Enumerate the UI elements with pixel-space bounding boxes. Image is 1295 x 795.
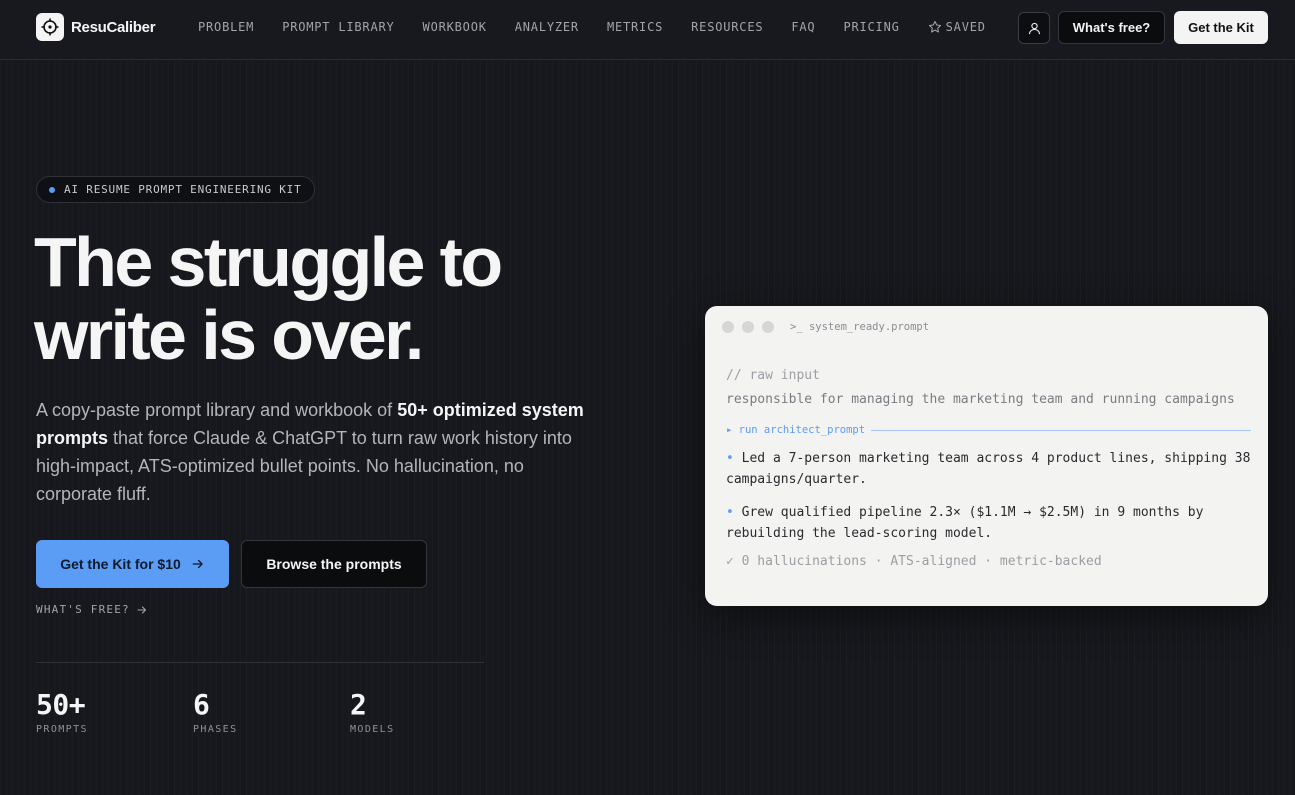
- account-button[interactable]: [1018, 12, 1050, 44]
- whats-free-link[interactable]: WHAT'S FREE?: [36, 603, 148, 616]
- brand-logo[interactable]: ResuCaliber: [36, 13, 156, 41]
- bullet-text: Led a 7-person marketing team across 4 p…: [726, 451, 1251, 487]
- lede-part-2: that force Claude & ChatGPT to turn raw …: [36, 428, 572, 504]
- user-icon: [1028, 22, 1040, 34]
- run-divider: [871, 429, 1251, 431]
- raw-input-text: responsible for managing the marketing t…: [726, 392, 1235, 407]
- stats-divider: [36, 662, 484, 663]
- bullet-dot-icon: •: [726, 505, 734, 520]
- nav-link-metrics[interactable]: METRICS: [607, 20, 663, 34]
- brand-name: ResuCaliber: [71, 18, 156, 36]
- headline-line-1: The struggle to: [34, 223, 503, 301]
- raw-input-comment: // raw input: [726, 368, 820, 383]
- get-kit-nav-button[interactable]: Get the Kit: [1174, 11, 1268, 44]
- window-dot-icon: [722, 321, 734, 333]
- stat-models: 2 MODELS: [350, 688, 395, 735]
- hero-lede: A copy-paste prompt library and workbook…: [36, 396, 596, 508]
- stat-number: 50+: [36, 688, 86, 721]
- star-icon: [928, 20, 941, 33]
- top-nav: ResuCaliber PROBLEM PROMPT LIBRARY WORKB…: [0, 0, 1295, 60]
- run-prompt-row: ▸ run architect_prompt: [726, 424, 1251, 436]
- browse-prompts-button[interactable]: Browse the prompts: [241, 540, 427, 588]
- get-kit-cta-button[interactable]: Get the Kit for $10: [36, 540, 229, 588]
- nav-link-analyzer[interactable]: ANALYZER: [515, 20, 579, 34]
- output-bullet: • Led a 7-person marketing team across 4…: [726, 448, 1251, 490]
- nav-link-resources[interactable]: RESOURCES: [691, 20, 763, 34]
- stat-phases: 6 PHASES: [193, 688, 238, 735]
- nav-link-pricing[interactable]: PRICING: [843, 20, 899, 34]
- badge-dot: [49, 186, 55, 193]
- saved-label: SAVED: [945, 20, 986, 34]
- stat-number: 2: [350, 688, 367, 721]
- run-prompt-label: ▸ run architect_prompt: [726, 424, 866, 436]
- badge-label: AI RESUME PROMPT ENGINEERING KIT: [64, 183, 302, 196]
- hero-badge: AI RESUME PROMPT ENGINEERING KIT: [36, 176, 315, 203]
- crosshair-logo-icon: [36, 13, 64, 41]
- stat-label: MODELS: [350, 724, 395, 735]
- prompt-demo-card: >_ system_ready.prompt // raw input resp…: [705, 306, 1268, 606]
- lede-part-1: A copy-paste prompt library and workbook…: [36, 400, 398, 420]
- bullet-dot-icon: •: [726, 451, 734, 466]
- nav-link-workbook[interactable]: WORKBOOK: [423, 20, 487, 34]
- arrow-right-icon: [192, 559, 203, 569]
- nav-link-faq[interactable]: FAQ: [791, 20, 815, 34]
- card-titlebar: >_ system_ready.prompt: [705, 306, 1268, 348]
- window-dot-icon: [742, 321, 754, 333]
- arrow-right-icon: [137, 605, 146, 614]
- nav-link-prompt-library[interactable]: PROMPT LIBRARY: [282, 20, 394, 34]
- stat-label: PHASES: [193, 724, 238, 735]
- nav-links: PROBLEM PROMPT LIBRARY WORKBOOK ANALYZER…: [198, 20, 1014, 34]
- stat-number: 6: [193, 688, 210, 721]
- bullet-text: Grew qualified pipeline 2.3× ($1.1M → $2…: [726, 505, 1204, 541]
- card-body: // raw input responsible for managing th…: [726, 368, 1251, 569]
- stat-prompts: 50+ PROMPTS: [36, 688, 88, 735]
- output-bullet: • Grew qualified pipeline 2.3× ($1.1M → …: [726, 502, 1251, 544]
- quality-checks: ✓ 0 hallucinations · ATS-aligned · metri…: [726, 554, 1102, 569]
- window-dot-icon: [762, 321, 774, 333]
- stat-label: PROMPTS: [36, 724, 88, 735]
- cta-primary-label: Get the Kit for $10: [60, 556, 181, 572]
- nav-link-problem[interactable]: PROBLEM: [198, 20, 254, 34]
- card-title: >_ system_ready.prompt: [790, 321, 930, 333]
- whats-free-label: WHAT'S FREE?: [36, 603, 130, 616]
- whats-free-nav-button[interactable]: What's free?: [1058, 11, 1165, 44]
- nav-link-saved[interactable]: SAVED: [928, 20, 986, 34]
- hero-headline: The struggle to write is over.: [34, 226, 634, 372]
- headline-line-2: write is over.: [34, 296, 424, 374]
